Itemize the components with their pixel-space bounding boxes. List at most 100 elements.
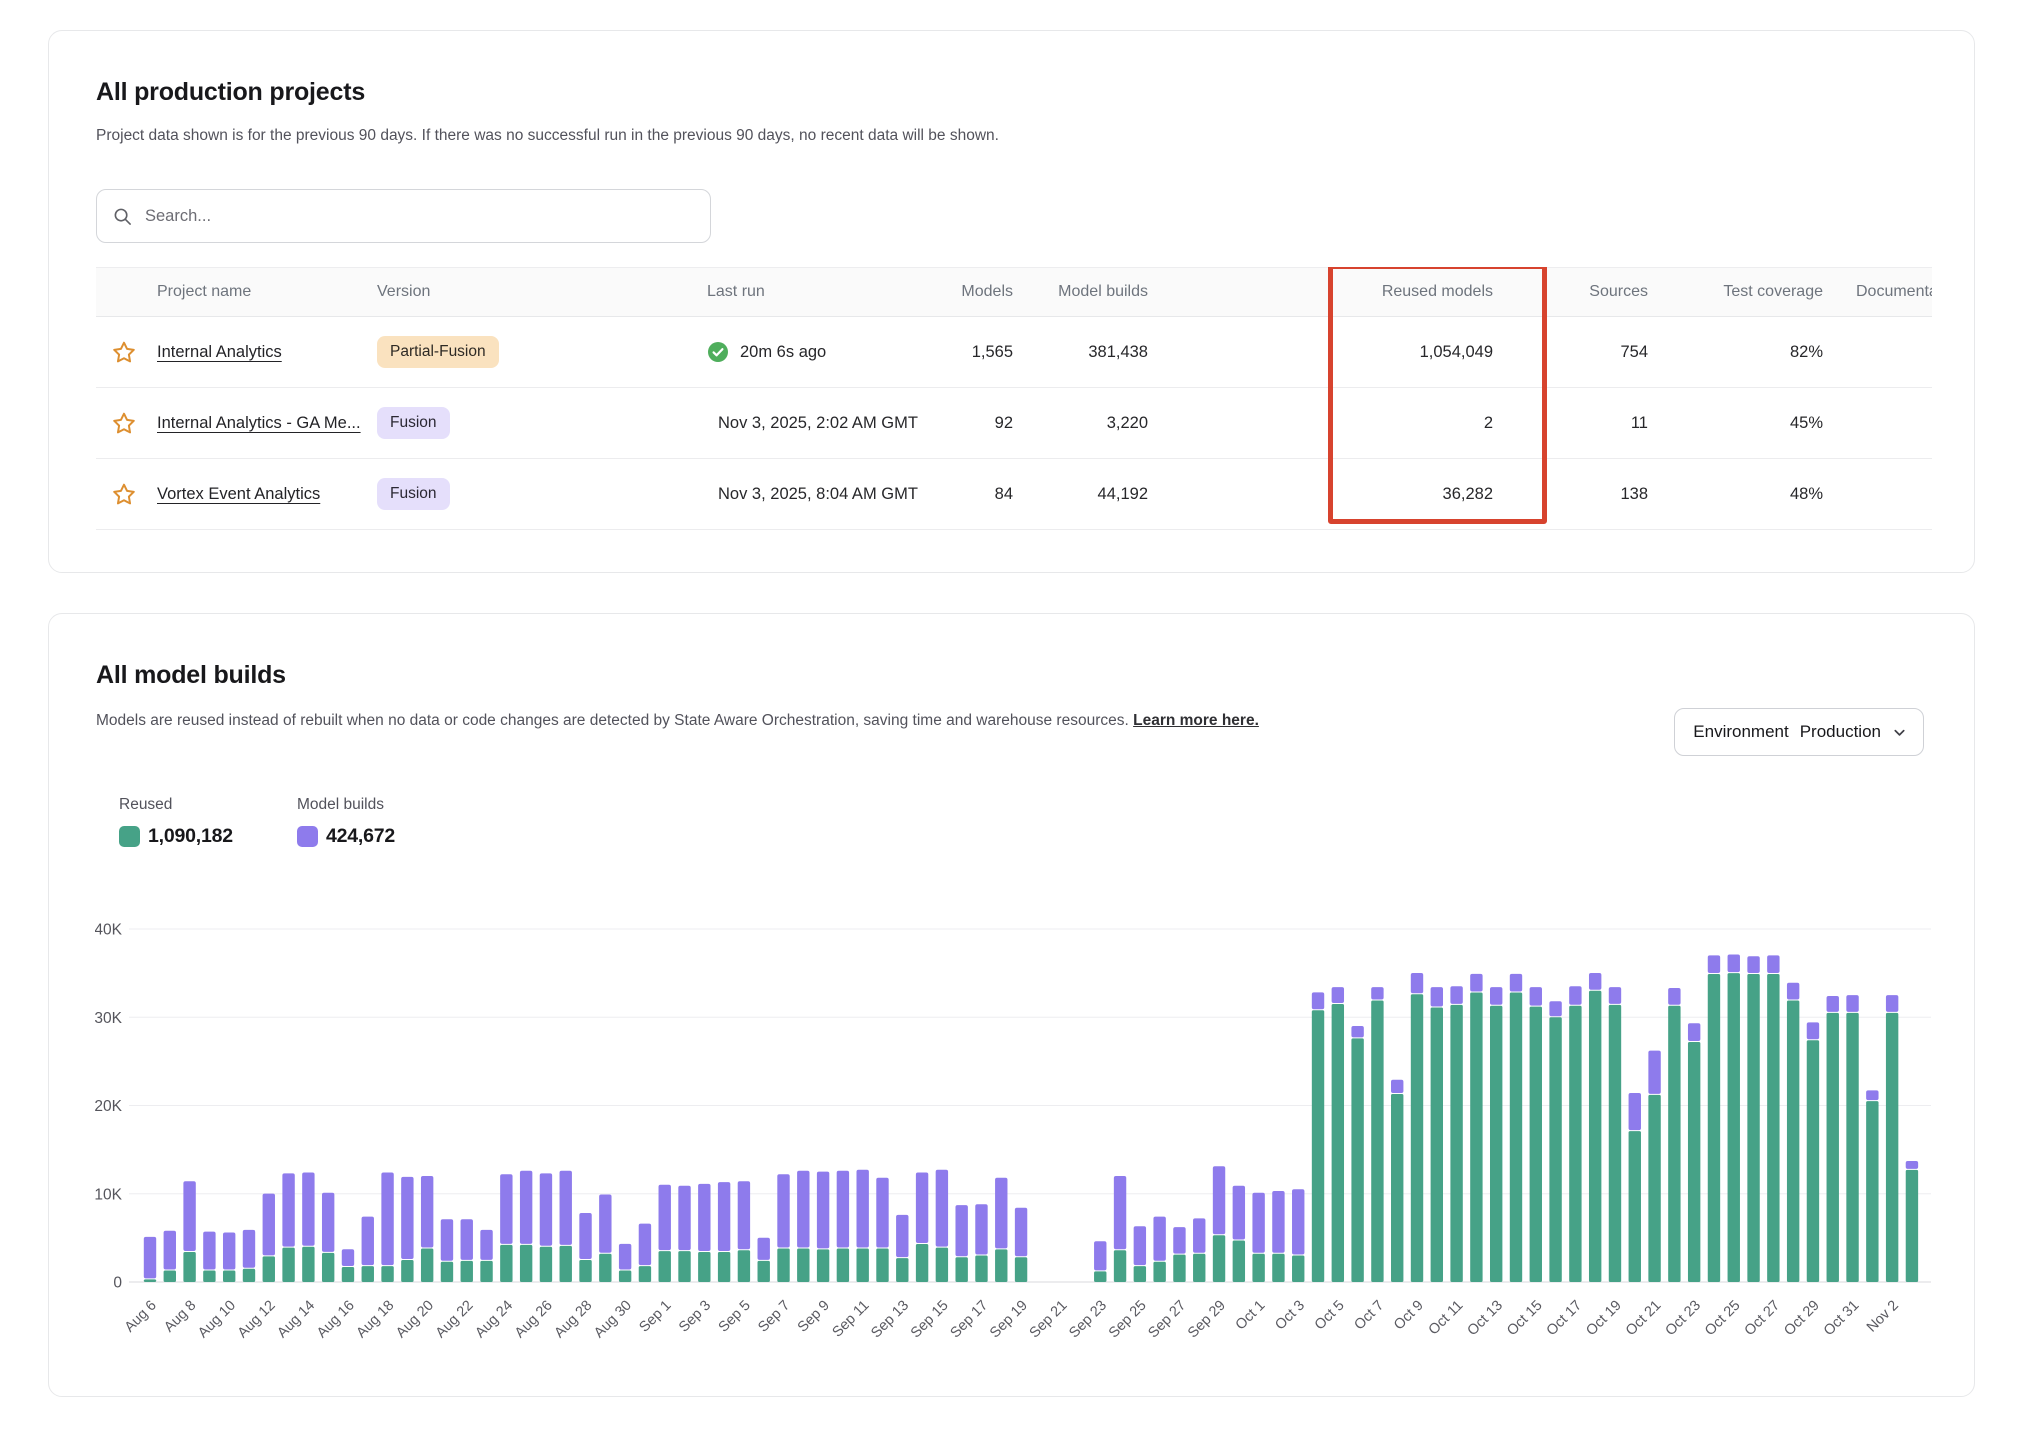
x-axis-tick-label: Oct 29	[1781, 1298, 1823, 1340]
bar-segment-reused	[1351, 1038, 1363, 1282]
favorite-button[interactable]	[96, 482, 151, 507]
bar-segment-reused	[1668, 1006, 1680, 1282]
builds-card-title: All model builds	[96, 658, 286, 692]
bar-segment-model-builds	[619, 1244, 631, 1270]
bar-segment-model-builds	[1292, 1189, 1304, 1254]
production-projects-card: All production projects Project data sho…	[48, 30, 1975, 573]
x-axis-tick-label: Oct 5	[1312, 1298, 1348, 1334]
bar-segment-reused	[421, 1248, 433, 1282]
column-header-documentation: Documentation	[1831, 283, 1932, 301]
environment-dropdown[interactable]: Environment Production	[1674, 708, 1924, 756]
bar-segment-model-builds	[381, 1172, 393, 1265]
bar-segment-reused	[1866, 1101, 1878, 1282]
bar-segment-reused	[1134, 1266, 1146, 1282]
bar-segment-model-builds	[758, 1238, 770, 1260]
bar-segment-model-builds	[1866, 1090, 1878, 1100]
bar-segment-reused	[243, 1269, 255, 1282]
x-axis-tick-label: Sep 7	[755, 1298, 793, 1336]
bar-segment-reused	[1450, 1005, 1462, 1282]
x-axis-tick-label: Sep 29	[1185, 1298, 1229, 1342]
bar-segment-model-builds	[1530, 987, 1542, 1006]
x-axis-tick-label: Sep 21	[1027, 1298, 1071, 1342]
bar-segment-reused	[520, 1245, 532, 1282]
bar-segment-model-builds	[659, 1185, 671, 1250]
legend-swatch	[297, 826, 318, 847]
bar-segment-model-builds	[1252, 1193, 1264, 1253]
bar-segment-model-builds	[282, 1173, 294, 1246]
table-row[interactable]: Internal AnalyticsPartial-Fusion20m 6s a…	[96, 317, 1932, 388]
bar-segment-model-builds	[1411, 973, 1423, 993]
x-axis-tick-label: Sep 15	[908, 1298, 952, 1342]
bar-segment-model-builds	[698, 1184, 710, 1251]
sources-cell: 138	[1501, 485, 1656, 504]
x-axis-tick-label: Sep 1	[636, 1298, 674, 1336]
table-row[interactable]: Internal Analytics - GA Me...FusionNov 3…	[96, 388, 1932, 459]
bar-segment-reused	[1173, 1255, 1185, 1282]
favorite-button[interactable]	[96, 411, 151, 436]
favorite-button[interactable]	[96, 340, 151, 365]
y-axis-tick-label: 0	[113, 1275, 122, 1292]
bar-segment-reused	[183, 1252, 195, 1282]
last-run-text: 20m 6s ago	[740, 343, 826, 362]
model-builds-card: All model builds Models are reused inste…	[48, 613, 1975, 1397]
bar-segment-reused	[282, 1248, 294, 1282]
bar-segment-reused	[164, 1271, 176, 1282]
bar-segment-reused	[639, 1266, 651, 1282]
project-name-link[interactable]: Vortex Event Analytics	[157, 485, 320, 503]
learn-more-link[interactable]: Learn more here.	[1133, 712, 1259, 729]
column-header-reused-models: Reused models	[1156, 283, 1501, 301]
bar-segment-model-builds	[1272, 1191, 1284, 1253]
legend-value: 424,672	[326, 825, 395, 848]
legend-item-reused: Reused1,090,182	[119, 796, 233, 848]
star-icon	[111, 340, 137, 365]
bar-segment-reused	[1629, 1131, 1641, 1282]
bar-segment-reused	[1233, 1241, 1245, 1282]
bar-segment-reused	[461, 1261, 473, 1282]
bar-segment-reused	[1767, 974, 1779, 1282]
bar-segment-reused	[480, 1261, 492, 1282]
bar-segment-reused	[758, 1261, 770, 1282]
bar-segment-model-builds	[837, 1171, 849, 1248]
projects-table: Project nameVersionLast runModelsModel b…	[96, 267, 1932, 530]
bar-segment-reused	[263, 1256, 275, 1282]
bar-segment-model-builds	[362, 1217, 374, 1266]
bar-segment-model-builds	[936, 1170, 948, 1247]
bar-segment-reused	[1648, 1095, 1660, 1282]
search-input[interactable]	[143, 206, 694, 227]
bar-segment-model-builds	[1193, 1218, 1205, 1252]
project-name-link[interactable]: Internal Analytics - GA Me...	[157, 414, 361, 432]
bar-segment-reused	[1609, 1005, 1621, 1282]
models-cell: 84	[921, 485, 1021, 504]
bar-segment-reused	[837, 1248, 849, 1282]
x-axis-tick-label: Aug 18	[354, 1298, 398, 1342]
model-builds-cell: 44,192	[1021, 485, 1156, 504]
bar-segment-model-builds	[1094, 1241, 1106, 1270]
bar-segment-model-builds	[1906, 1161, 1918, 1169]
bar-segment-reused	[797, 1248, 809, 1282]
bar-segment-model-builds	[738, 1181, 750, 1249]
bar-segment-model-builds	[896, 1215, 908, 1257]
bar-segment-reused	[1015, 1257, 1027, 1282]
x-axis-tick-label: Sep 3	[676, 1298, 714, 1336]
project-name-link[interactable]: Internal Analytics	[157, 343, 282, 361]
column-header-last-run: Last run	[701, 283, 921, 301]
bar-segment-model-builds	[1510, 974, 1522, 992]
bar-segment-model-builds	[1648, 1051, 1660, 1094]
bar-segment-model-builds	[183, 1181, 195, 1251]
bar-segment-reused	[1153, 1262, 1165, 1282]
x-axis-tick-label: Sep 17	[947, 1298, 991, 1342]
bar-segment-model-builds	[223, 1232, 235, 1269]
bar-segment-reused	[698, 1252, 710, 1282]
legend-item-model-builds: Model builds424,672	[297, 796, 395, 848]
bar-segment-model-builds	[777, 1174, 789, 1247]
y-axis-tick-label: 10K	[95, 1186, 123, 1203]
bar-segment-reused	[876, 1248, 888, 1282]
bar-segment-model-builds	[1747, 956, 1759, 973]
reused-models-cell: 36,282	[1156, 485, 1501, 504]
x-axis-tick-label: Sep 19	[987, 1298, 1031, 1342]
bar-segment-reused	[1114, 1250, 1126, 1282]
projects-card-title: All production projects	[96, 75, 365, 109]
search-box[interactable]	[96, 189, 711, 243]
table-row[interactable]: Vortex Event AnalyticsFusionNov 3, 2025,…	[96, 459, 1932, 530]
column-header-version: Version	[371, 283, 701, 301]
